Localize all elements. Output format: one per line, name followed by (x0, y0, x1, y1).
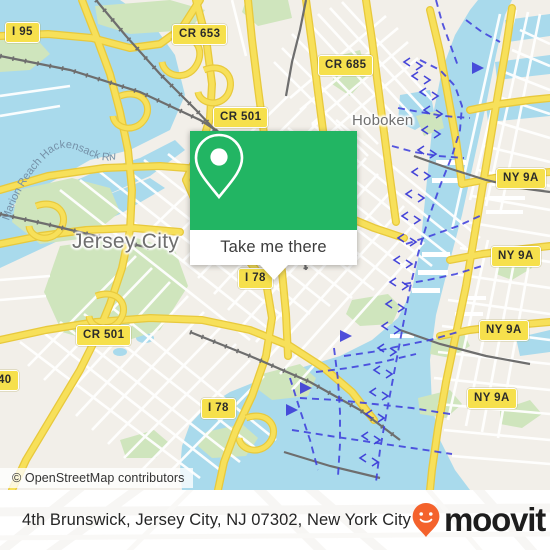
osm-attribution[interactable]: © OpenStreetMap contributors (0, 468, 193, 488)
take-me-there-label: Take me there (220, 238, 327, 256)
road-shield-ny9a-2: NY 9A (491, 246, 541, 267)
popup-action-bar[interactable]: Take me there (190, 230, 357, 265)
footer-bar: 4th Brunswick, Jersey City, NJ 07302, Ne… (0, 490, 550, 550)
road-shield-i78-s: I 78 (201, 398, 236, 419)
road-shield-cr653: CR 653 (172, 24, 228, 45)
road-shield-ny9a-4: NY 9A (467, 388, 517, 409)
road-shield-ny9a-3: NY 9A (479, 320, 529, 341)
road-shield-cr685: CR 685 (318, 55, 374, 76)
place-label-hoboken: Hoboken (352, 112, 414, 129)
road-shield-ny9a-1: NY 9A (496, 168, 546, 189)
map-canvas[interactable]: Marion Reach Hackensack River Jersey Cit… (0, 0, 550, 490)
location-popup[interactable]: Take me there (190, 131, 357, 280)
popup-image-area (190, 131, 357, 230)
place-label-jersey-city: Jersey City (72, 230, 180, 253)
map-pin-icon (194, 133, 244, 200)
popup-pointer-tail (260, 265, 288, 280)
map-screenshot: Marion Reach Hackensack River Jersey Cit… (0, 0, 550, 550)
moovit-logo[interactable]: moovit (411, 500, 546, 538)
road-shield-cr501-n: CR 501 (213, 107, 269, 128)
road-shield-i440: 40 (0, 370, 19, 391)
road-shield-i95: I 95 (5, 22, 40, 43)
road-shield-cr501-s: CR 501 (76, 325, 132, 346)
moovit-smiley-pin-icon (412, 503, 440, 537)
moovit-wordmark: moovit (444, 500, 546, 538)
address-text: 4th Brunswick, Jersey City, NJ 07302, Ne… (22, 510, 412, 529)
